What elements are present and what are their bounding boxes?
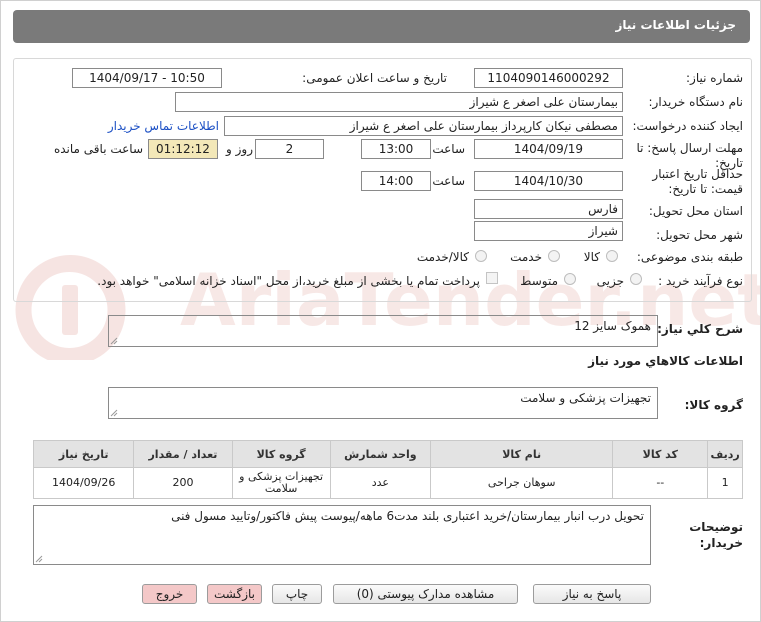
deadline-time-field: 13:00 bbox=[361, 139, 431, 159]
goods-section-title: اطلاعات کالاهاي مورد نياز bbox=[588, 354, 743, 368]
validity-time-label: ساعت bbox=[432, 174, 465, 188]
requester-field: مصطفی نیکان کارپرداز بیمارستان علی اصغر … bbox=[224, 116, 623, 136]
days-field: 2 bbox=[255, 139, 324, 159]
category-option-service: خدمت bbox=[510, 250, 542, 264]
cell-code: -- bbox=[612, 467, 709, 499]
buyer-org-field: بیمارستان علی اصغر ع شیراز bbox=[175, 92, 623, 112]
cell-qty: 200 bbox=[133, 467, 233, 499]
days-label: روز و bbox=[226, 142, 253, 156]
deadline-date-field: 1404/09/19 bbox=[474, 139, 623, 159]
category-radio-goods-service[interactable] bbox=[475, 250, 487, 262]
header-code: کد کالا bbox=[612, 440, 709, 468]
city-field: شیراز bbox=[474, 221, 623, 241]
contact-buyer-link[interactable]: اطلاعات تماس خریدار bbox=[108, 119, 219, 133]
notes-resize-icon[interactable] bbox=[35, 555, 43, 563]
exit-button[interactable]: خروج bbox=[142, 584, 197, 604]
goods-group-text: تجهیزات پزشکی و سلامت bbox=[520, 391, 651, 405]
process-radio-minor[interactable] bbox=[630, 273, 642, 285]
header-row-no: ردیف bbox=[707, 440, 743, 468]
cell-row-no: 1 bbox=[707, 467, 743, 499]
treasury-checkbox[interactable] bbox=[486, 272, 498, 284]
summary-text: هموک سایز 12 bbox=[574, 319, 651, 333]
process-option-medium: متوسط bbox=[520, 274, 558, 288]
city-label: شهر محل تحویل: bbox=[656, 228, 743, 242]
back-button[interactable]: بازگشت bbox=[207, 584, 262, 604]
announce-label: تاریخ و ساعت اعلان عمومی: bbox=[302, 71, 447, 85]
need-number-label: شماره نیاز: bbox=[686, 71, 743, 85]
province-label: استان محل تحویل: bbox=[648, 204, 743, 218]
cell-unit: عدد bbox=[329, 467, 432, 499]
category-radio-goods[interactable] bbox=[606, 250, 618, 262]
table-row: 1 -- سوهان جراحی عدد تجهیزات پزشکی و سلا… bbox=[32, 467, 743, 499]
page-title: جزئیات اطلاعات نیاز bbox=[615, 18, 736, 32]
view-docs-button[interactable]: مشاهده مدارک پیوستی (0) bbox=[333, 584, 518, 604]
notes-textarea: تحویل درب انبار بیمارستان/خرید اعتباری ب… bbox=[33, 505, 651, 565]
process-option-minor: جزیی bbox=[596, 274, 624, 288]
goods-group-resize-icon[interactable] bbox=[110, 409, 118, 417]
summary-label: شرح کلي نياز: bbox=[657, 322, 743, 336]
requester-label: ایجاد کننده درخواست: bbox=[632, 119, 743, 133]
remaining-time-field: 01:12:12 bbox=[148, 139, 218, 159]
cell-group: تجهیزات پزشکی و سلامت bbox=[231, 467, 331, 499]
notes-label-line2: خریدار: bbox=[699, 536, 743, 550]
page-header: جزئیات اطلاعات نیاز bbox=[13, 10, 750, 43]
print-button[interactable]: چاپ bbox=[272, 584, 322, 604]
deadline-time-label: ساعت bbox=[432, 142, 465, 156]
validity-label: حداقل تاریخ اعتبار bbox=[652, 167, 743, 181]
deadline-label: مهلت ارسال پاسخ: تا bbox=[636, 141, 743, 155]
goods-group-label: گروه کالا: bbox=[684, 398, 743, 412]
cell-name: سوهان جراحی bbox=[430, 467, 614, 499]
table-header-row: ردیف کد کالا نام کالا واحد شمارش گروه کا… bbox=[32, 440, 743, 468]
category-radio-service[interactable] bbox=[548, 250, 560, 262]
category-option-goods: کالا bbox=[583, 250, 600, 264]
header-group: گروه کالا bbox=[231, 440, 331, 468]
need-number-field: 1104090146000292 bbox=[474, 68, 623, 88]
summary-resize-icon[interactable] bbox=[110, 337, 118, 345]
announce-field: 1404/09/17 - 10:50 bbox=[72, 68, 222, 88]
remaining-time-label: ساعت باقی مانده bbox=[53, 142, 143, 156]
validity-date-field: 1404/10/30 bbox=[474, 171, 623, 191]
notes-label: توضیحات bbox=[689, 520, 743, 534]
validity-time-field: 14:00 bbox=[361, 171, 431, 191]
notes-text: تحویل درب انبار بیمارستان/خرید اعتباری ب… bbox=[171, 509, 644, 523]
treasury-note: پرداخت تمام یا بخشی از مبلغ خرید،از محل … bbox=[97, 274, 480, 288]
process-label: نوع فرآیند خرید : bbox=[658, 274, 743, 288]
header-name: نام کالا bbox=[430, 440, 614, 468]
buyer-org-label: نام دستگاه خریدار: bbox=[648, 95, 744, 109]
category-label: طبقه بندی موضوعی: bbox=[636, 250, 743, 264]
items-table: ردیف کد کالا نام کالا واحد شمارش گروه کا… bbox=[32, 440, 743, 499]
respond-button[interactable]: پاسخ به نیاز bbox=[533, 584, 651, 604]
category-option-goods-service: کالا/خدمت bbox=[416, 250, 469, 264]
header-unit: واحد شمارش bbox=[329, 440, 432, 468]
header-date: تاریخ نیاز bbox=[32, 440, 135, 468]
process-radio-medium[interactable] bbox=[564, 273, 576, 285]
province-field: فارس bbox=[474, 199, 623, 219]
validity-label-line2: قیمت: تا تاریخ: bbox=[668, 182, 743, 196]
cell-date: 1404/09/26 bbox=[32, 467, 135, 499]
summary-textarea: هموک سایز 12 bbox=[108, 315, 658, 347]
goods-group-textarea: تجهیزات پزشکی و سلامت bbox=[108, 387, 658, 419]
header-qty: تعداد / مقدار bbox=[133, 440, 233, 468]
